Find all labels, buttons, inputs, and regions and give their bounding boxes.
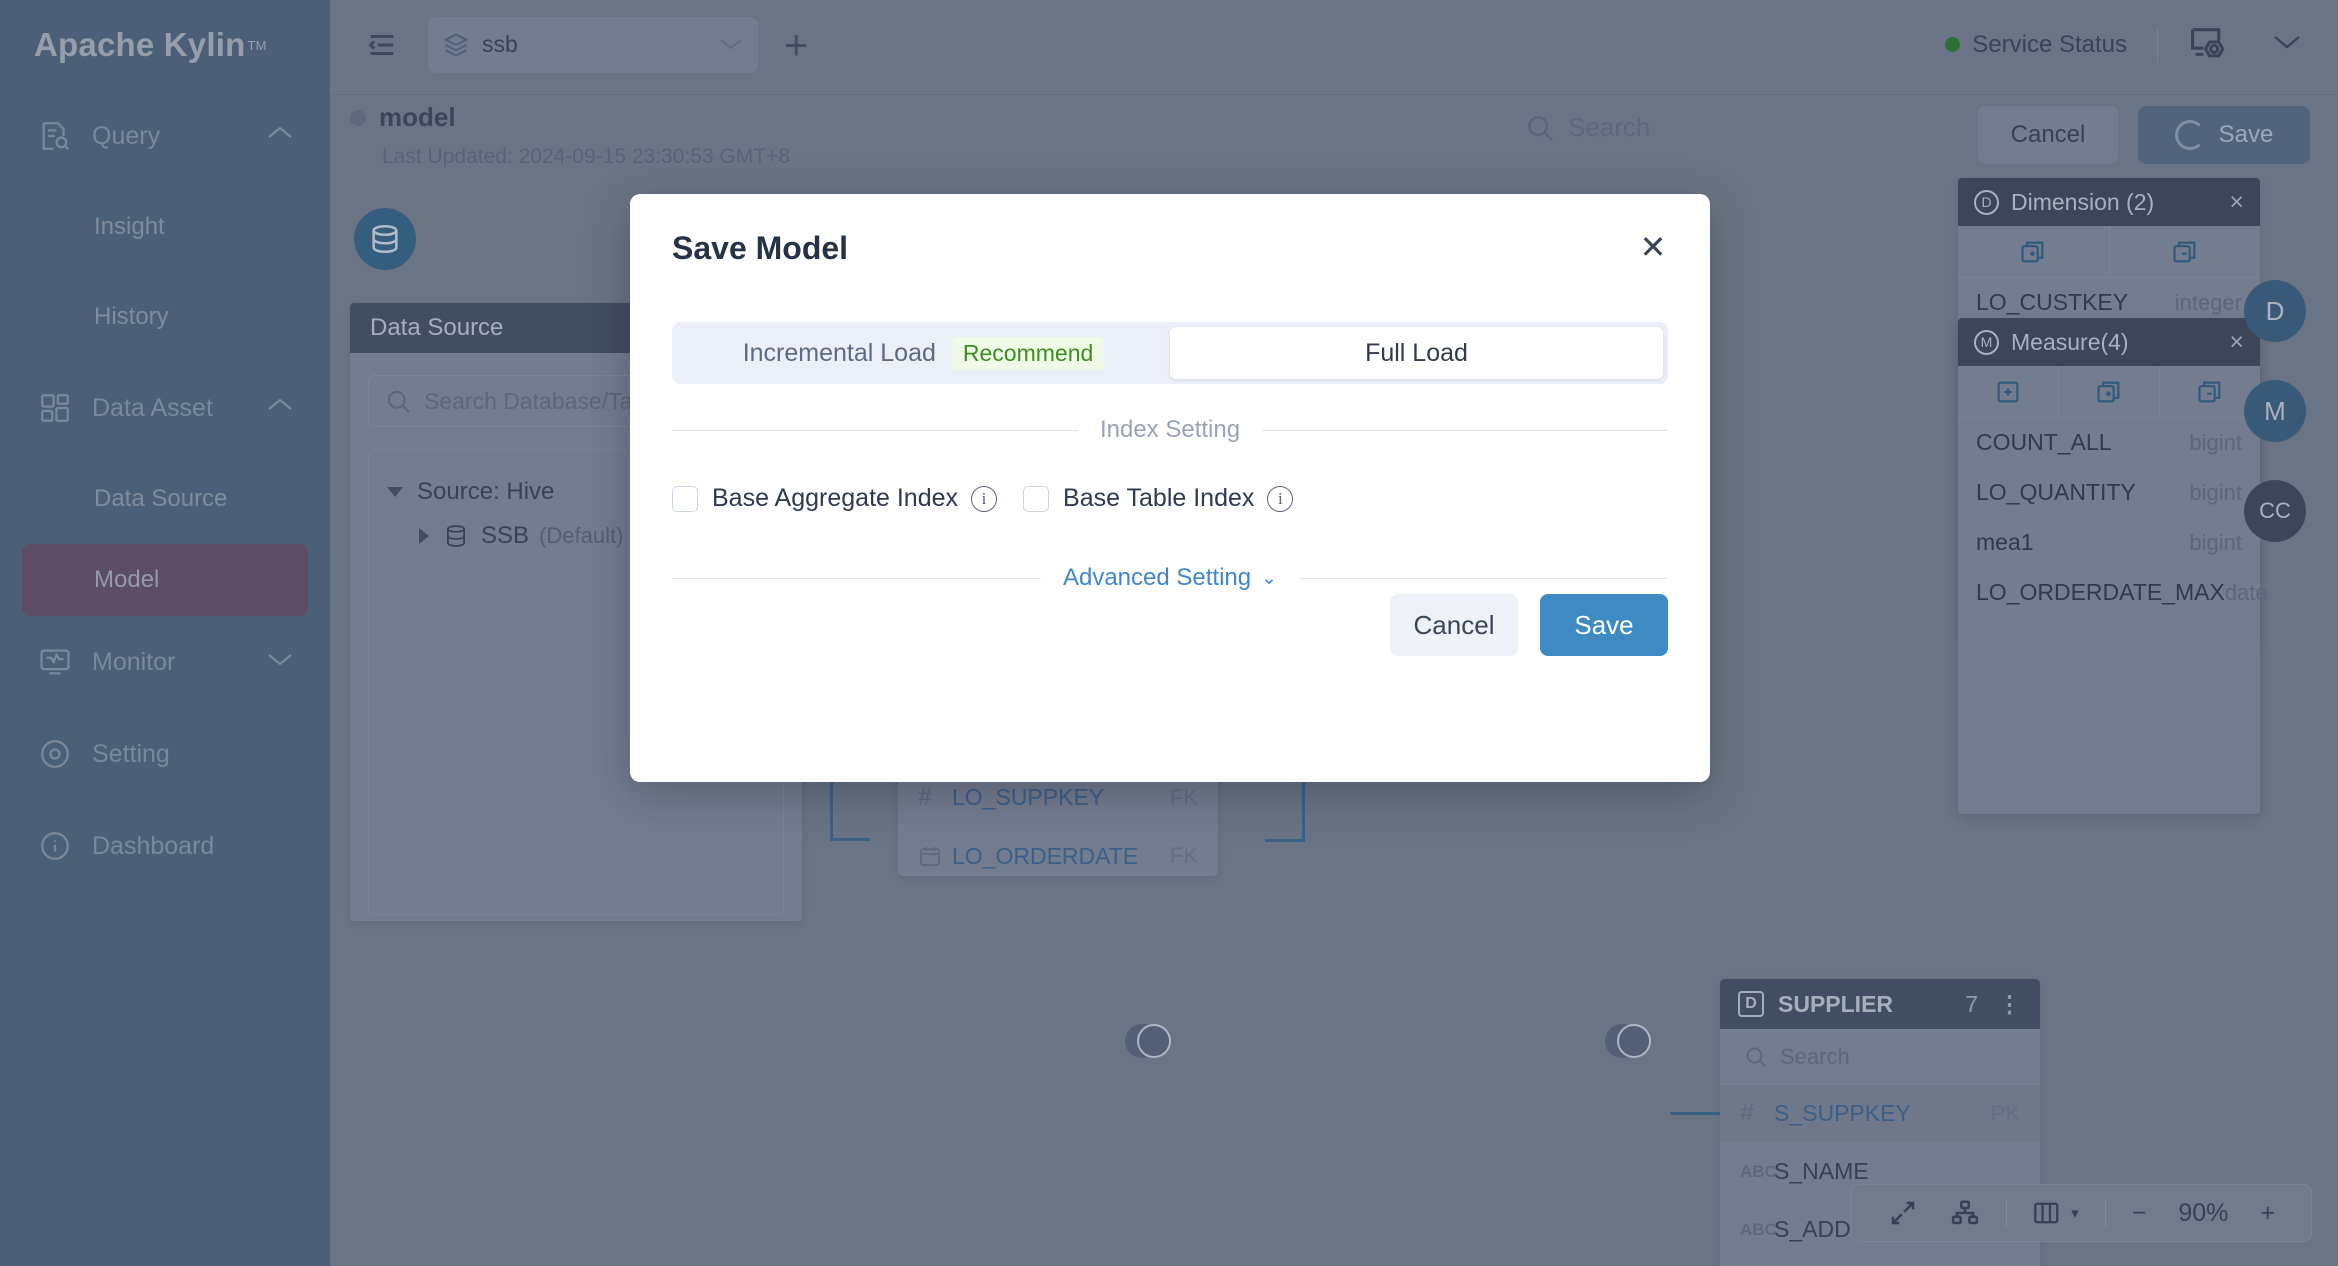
save-button[interactable]: Save [1540, 594, 1668, 656]
divider-line [672, 429, 1078, 431]
divider-line [1262, 429, 1669, 431]
index-setting-label: Index Setting [1099, 416, 1241, 443]
tab-incremental-load-label: Incremental Load [742, 338, 936, 367]
base-aggregate-index-label: Base Aggregate Index [712, 484, 959, 512]
divider-line [672, 577, 1041, 579]
base-aggregate-index-checkbox[interactable] [672, 485, 698, 512]
info-icon[interactable]: i [971, 485, 998, 512]
info-icon[interactable]: i [1267, 485, 1294, 512]
cancel-button[interactable]: Cancel [1390, 594, 1518, 656]
tab-incremental-load[interactable]: Incremental Load Recommend [677, 327, 1170, 379]
load-type-tabs: Incremental Load Recommend Full Load [672, 322, 1668, 384]
chevron-down-icon: ⌄ [1261, 567, 1278, 589]
index-checkboxes: Base Aggregate Index i Base Table Index … [672, 484, 1294, 513]
app-root: Apache Kylin TM Query Insight History Dat… [0, 0, 2338, 1266]
index-setting-divider: Index Setting [672, 416, 1669, 444]
advanced-setting-label: Advanced Setting [1062, 564, 1252, 591]
base-table-index-checkbox[interactable] [1023, 485, 1050, 512]
close-icon[interactable]: ✕ [1636, 229, 1670, 265]
save-model-dialog: Save Model ✕ Incremental Load Recommend … [630, 194, 1710, 782]
dialog-actions: Cancel Save [1390, 594, 1668, 656]
divider-line [1299, 577, 1668, 579]
advanced-setting-divider: Advanced Setting ⌄ [672, 564, 1668, 592]
advanced-setting-toggle[interactable]: Advanced Setting ⌄ [1041, 564, 1299, 592]
base-table-index-label: Base Table Index [1063, 484, 1255, 512]
tab-full-load-label: Full Load [1365, 338, 1468, 367]
recommend-badge: Recommend [951, 336, 1105, 370]
dialog-title: Save Model [672, 230, 849, 266]
tab-full-load[interactable]: Full Load [1170, 327, 1663, 379]
